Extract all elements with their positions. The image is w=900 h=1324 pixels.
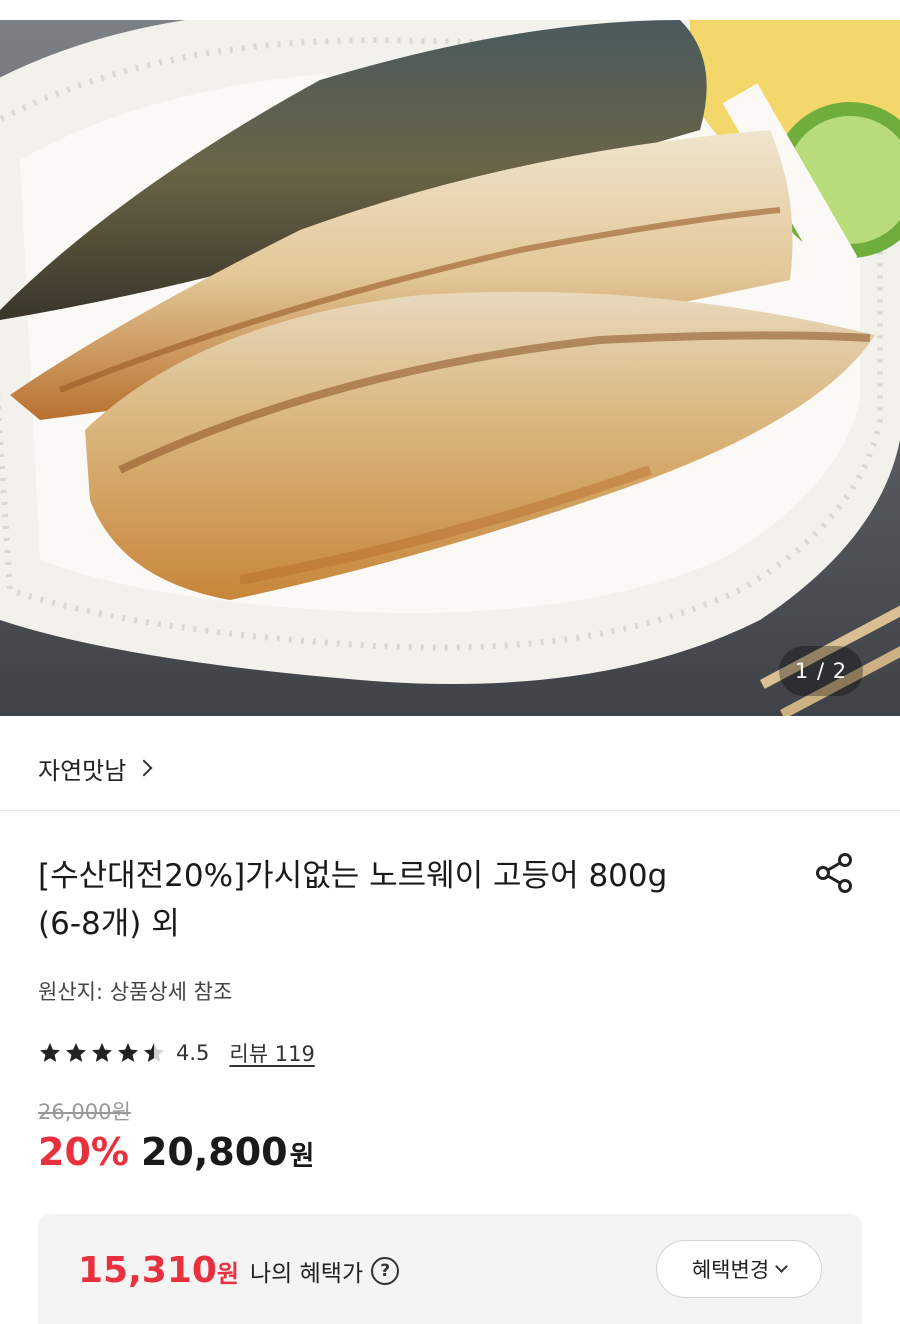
star-icon [92, 1043, 112, 1062]
question-circle-icon[interactable]: ? [371, 1257, 400, 1285]
benefit-price-unit: 원 [216, 1260, 240, 1288]
benefit-price: 15,310원 [78, 1250, 239, 1291]
divider [0, 810, 900, 811]
rating-value: 4.5 [176, 1041, 210, 1065]
change-benefit-button[interactable]: 혜택변경 [656, 1240, 822, 1298]
benefit-label: 나의 혜택가 ? [250, 1254, 400, 1288]
chevron-right-icon [135, 759, 153, 777]
product-title: [수산대전20%]가시없는 노르웨이 고등어 800g (6-8개) 외 [38, 852, 778, 948]
benefit-price-value: 15,310 [78, 1250, 217, 1291]
product-title-line2: (6-8개) 외 [38, 906, 180, 942]
change-benefit-label: 혜택변경 [691, 1258, 770, 1282]
sale-price-unit: 원 [289, 1141, 315, 1172]
store-link[interactable]: 자연맛남 [38, 750, 153, 786]
product-title-line1: [수산대전20%]가시없는 노르웨이 고등어 800g [38, 858, 668, 894]
review-count-link[interactable]: 리뷰 119 [229, 1038, 314, 1068]
product-image[interactable]: 1 / 2 [0, 20, 900, 716]
price-row: 20% 20,800 원 [38, 1130, 314, 1186]
star-icon [66, 1043, 86, 1062]
star-icon [40, 1043, 60, 1062]
origin-info: 원산지: 상품상세 참조 [38, 980, 233, 1004]
grilled-mackerel-photo [0, 20, 900, 716]
rating-stars [38, 1041, 166, 1065]
store-name: 자연맛남 [38, 756, 127, 785]
share-icon[interactable] [812, 850, 858, 896]
half-star-icon [144, 1043, 164, 1062]
discount-rate: 20% [38, 1130, 129, 1174]
image-counter: 1 / 2 [779, 646, 863, 696]
benefit-label-text: 나의 혜택가 [250, 1261, 364, 1287]
sale-price: 20,800 [140, 1130, 288, 1174]
benefit-panel: 15,310원 나의 혜택가 ? 혜택변경 [38, 1214, 862, 1324]
original-price: 26,000원 [38, 1100, 131, 1124]
star-icon [118, 1043, 138, 1062]
rating-row: 4.5 리뷰 119 [38, 1036, 315, 1070]
chevron-down-icon [775, 1260, 789, 1273]
